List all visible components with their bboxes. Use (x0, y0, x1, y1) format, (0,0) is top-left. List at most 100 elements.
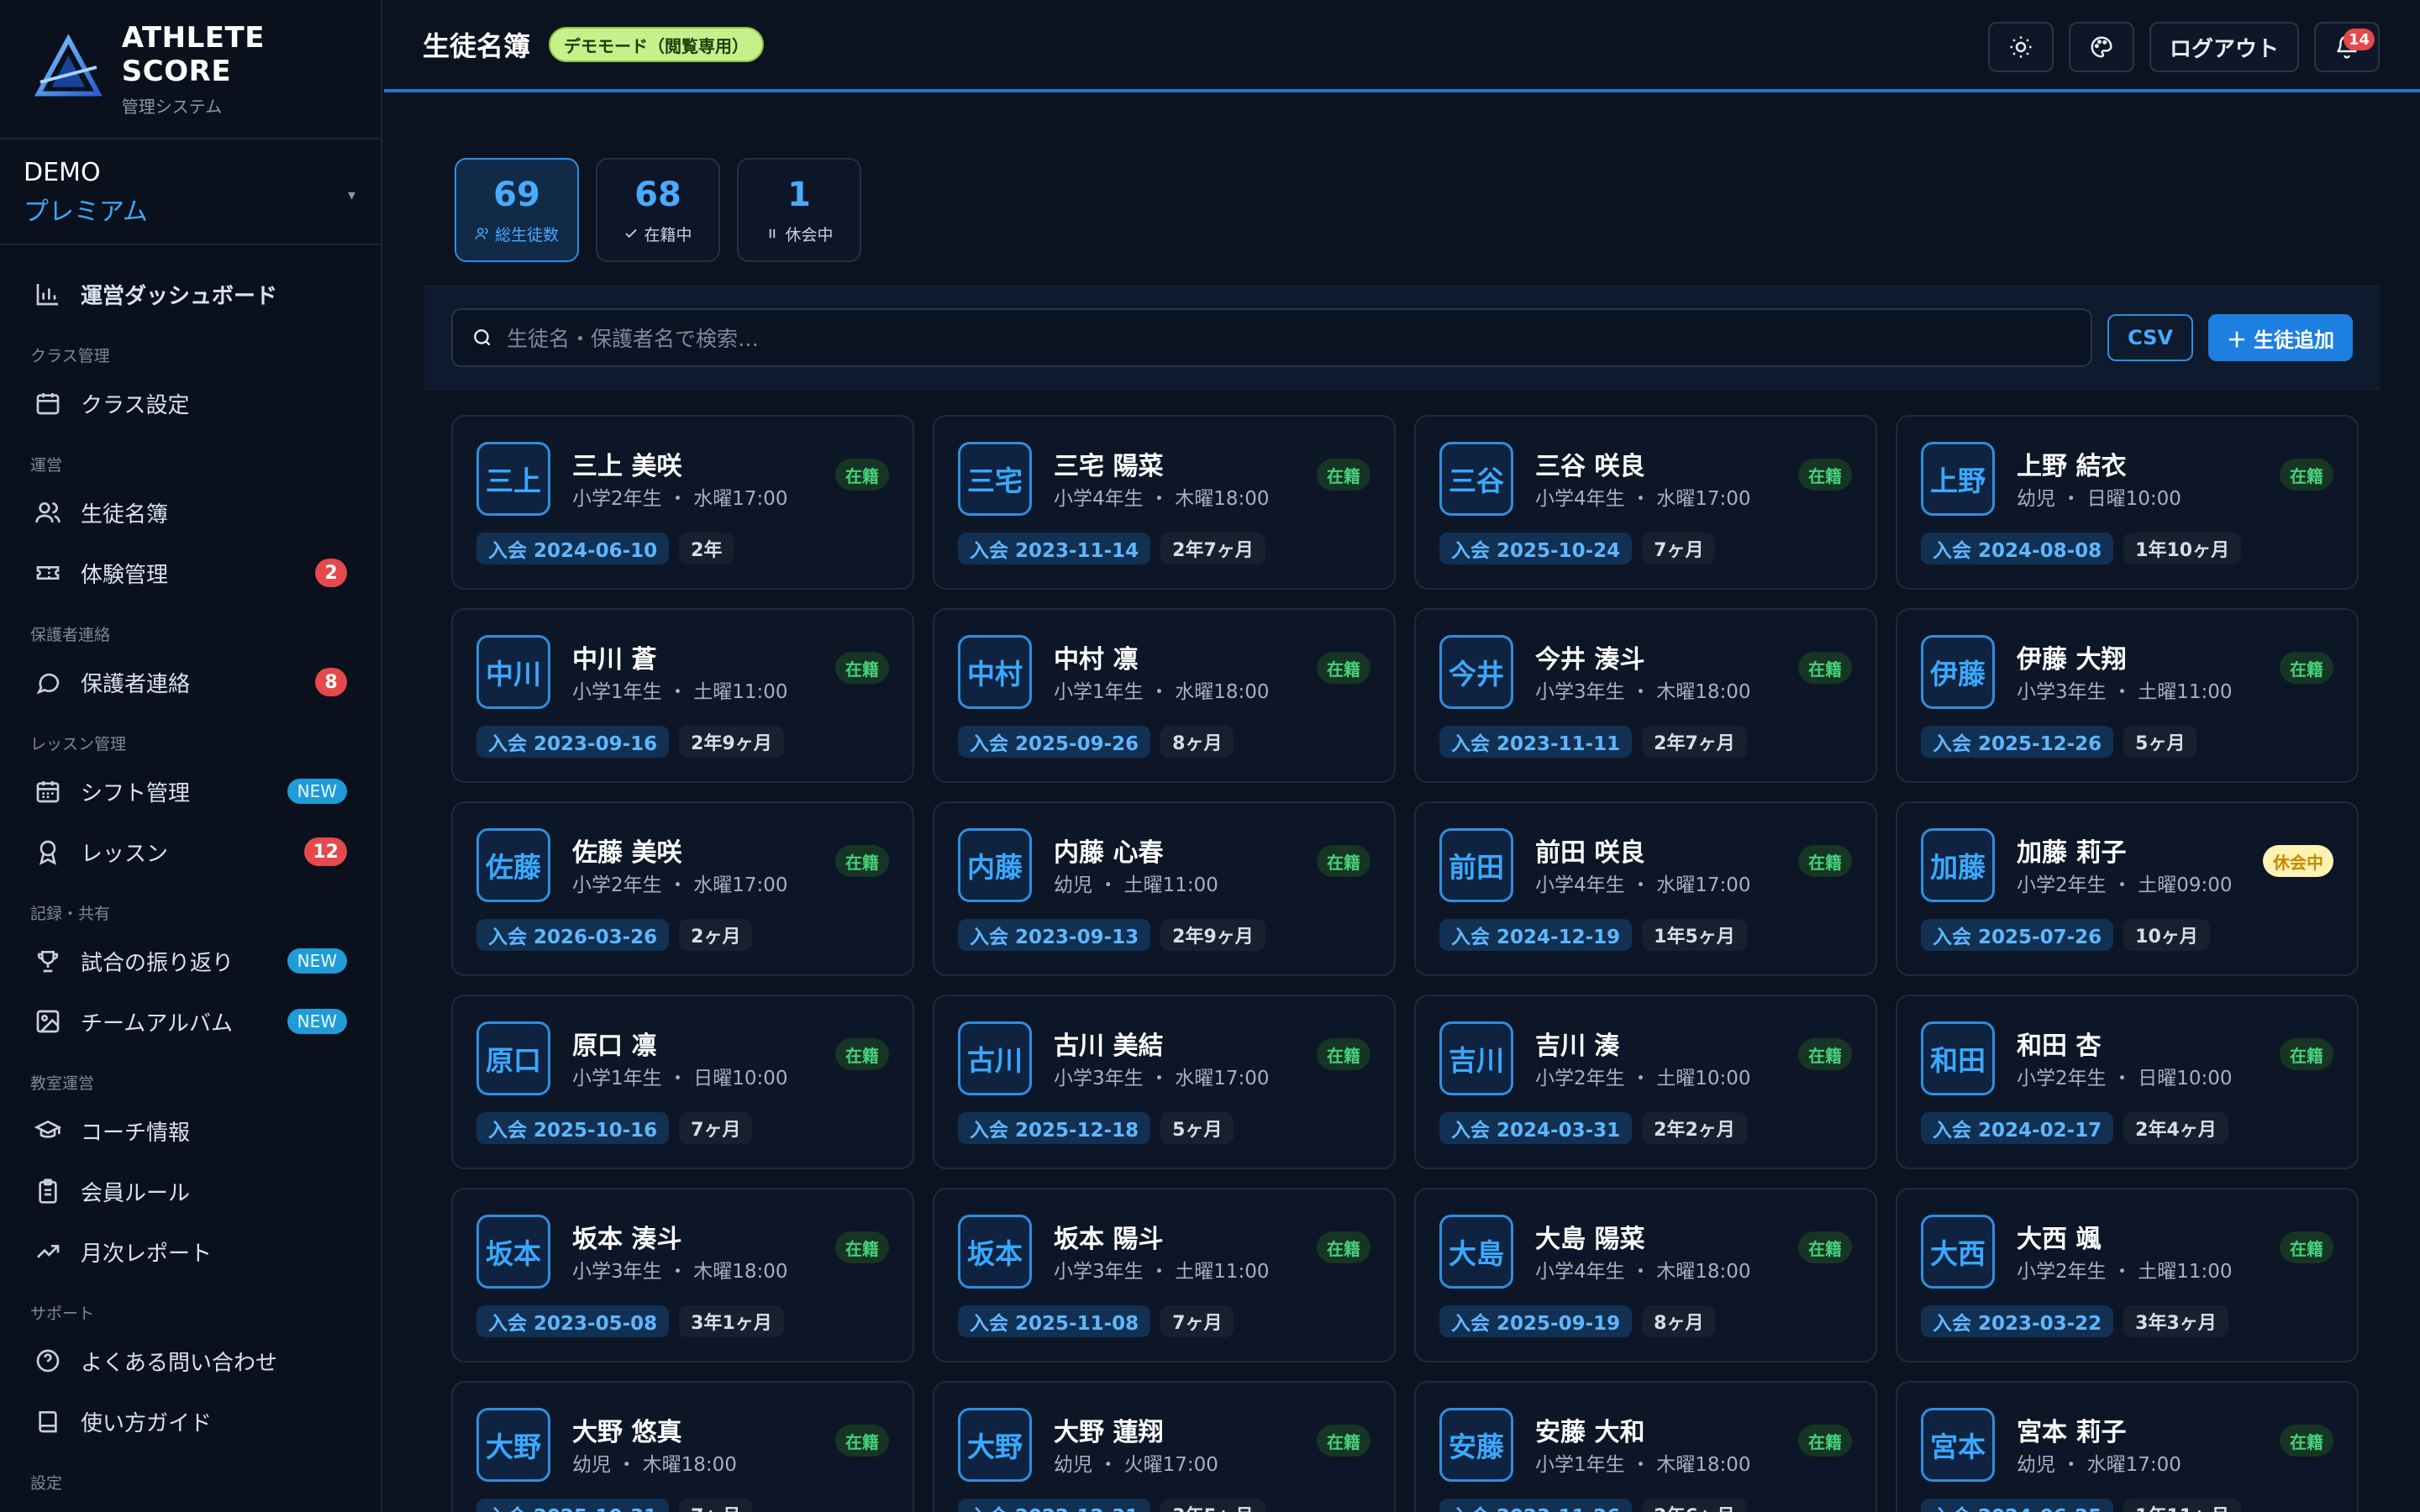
student-card[interactable]: 伊藤 伊藤 大翔 小学3年生 ・ 土曜11:00 在籍 入会 2025-12-26 5ヶ月 (1896, 608, 2359, 783)
student-name: 宮本 莉子 (2017, 1418, 2127, 1447)
sidebar-item-shift[interactable]: シフト管理 NEW (0, 761, 381, 822)
avatar: 今井 (1439, 635, 1513, 709)
org-switcher[interactable]: DEMO プレミアム ▾ (0, 139, 381, 245)
student-card[interactable]: 大西 大西 颯小学2年生 ・ 土曜11:00 在籍 入会 2023-03-22 3年3ヶ… (1896, 1188, 2359, 1362)
student-meta: 幼児 ・ 火曜17:00 (1054, 1448, 1218, 1477)
sidebar-item-match-review[interactable]: 試合の振り返り NEW (0, 931, 381, 991)
student-card[interactable]: 宮本宮本 莉子幼児 ・ 水曜17:00 在籍入会 2024-06-25 1年11ヶ月 (1896, 1381, 2359, 1512)
student-name: 古川 美結 (1054, 1032, 1164, 1061)
student-meta: 小学2年生 ・ 水曜17:00 (572, 869, 788, 897)
nav-group-records: 記録・共有 (30, 905, 111, 923)
student-card[interactable]: 三上 三上 美咲 小学2年生 ・ 水曜17:00 在籍 入会 2024-06-10 2年 (451, 415, 914, 590)
stat-paused[interactable]: 1 休会中 (737, 158, 861, 262)
student-tags: 入会 2024-12-19 1年5ヶ月 (1439, 919, 1747, 951)
notifications-button[interactable]: 14 (2314, 22, 2380, 72)
duration-tag: 8ヶ月 (1160, 726, 1234, 758)
student-card[interactable]: 三宅 三宅 陽菜 小学4年生 ・ 木曜18:00 在籍 入会 2023-11-14 2年7… (933, 415, 1396, 590)
student-card[interactable]: 和田 和田 杏小学2年生 ・ 日曜10:00 在籍 入会 2024-02-17 2年4ヶ… (1896, 995, 2359, 1169)
student-card[interactable]: 前田 前田 咲良 小学4年生 ・ 水曜17:00 在籍 入会 2024-12-19 1年5… (1414, 801, 1877, 976)
sidebar-item-class-settings[interactable]: クラス設定 (0, 373, 381, 433)
student-schedule: 土曜11:00 (693, 681, 788, 703)
status-badge: 在籍 (2280, 459, 2333, 491)
status-badge: 在籍 (1798, 652, 1852, 684)
student-card[interactable]: 佐藤 佐藤 美咲 小学2年生 ・ 水曜17:00 在籍 入会 2026-03-26 2ヶ月 (451, 801, 914, 976)
student-name: 三上 美咲 (572, 452, 682, 481)
student-card[interactable]: 原口 原口 凛小学1年生 ・ 日曜10:00 在籍 入会 2025-10-16 7ヶ月 (451, 995, 914, 1169)
join-date-tag: 入会 2025-12-18 (958, 1112, 1151, 1144)
brand-logo-icon (34, 34, 103, 97)
sidebar-item-guide[interactable]: 使い方ガイド (0, 1391, 381, 1452)
sidebar-item-coach[interactable]: コーチ情報 (0, 1100, 381, 1161)
avatar: 大西 (1921, 1215, 1995, 1289)
meta-separator: ・ (2106, 1068, 2139, 1089)
stat-active[interactable]: 68 在籍中 (596, 158, 720, 262)
add-student-button[interactable]: ＋ 生徒追加 (2208, 314, 2353, 361)
student-card[interactable]: 坂本 坂本 湊斗 小学3年生 ・ 木曜18:00 在籍 入会 2023-05-08 3年1… (451, 1188, 914, 1362)
student-schedule: 火曜17:00 (1123, 1454, 1218, 1476)
student-card[interactable]: 内藤 内藤 心春 幼児 ・ 土曜11:00 在籍 入会 2023-09-13 2年9ヶ月 (933, 801, 1396, 976)
student-tags: 入会 2024-06-10 2年 (476, 533, 734, 564)
duration-tag: 1年11ヶ月 (2123, 1499, 2242, 1512)
student-schedule: 水曜18:00 (1175, 681, 1270, 703)
csv-button[interactable]: CSV (2107, 314, 2193, 361)
student-card[interactable]: 中川 中川 蒼小学1年生 ・ 土曜11:00 在籍 入会 2023-09-16 2年9ヶ… (451, 608, 914, 783)
duration-tag: 2ヶ月 (679, 919, 753, 951)
student-meta: 幼児 ・ 木曜18:00 (572, 1448, 737, 1477)
duration-tag: 3年5ヶ月 (1160, 1499, 1265, 1512)
student-grade: 小学3年生 (1054, 1261, 1144, 1283)
avatar: 佐藤 (476, 828, 550, 902)
sidebar-item-faq[interactable]: よくある問い合わせ (0, 1331, 381, 1391)
duration-tag: 1年5ヶ月 (1642, 919, 1747, 951)
sidebar: ATHLETE SCORE 管理システム DEMO プレミアム ▾ 運営ダッシュ… (0, 0, 382, 1512)
stat-label: 在籍中 (644, 225, 692, 244)
meta-separator: ・ (1143, 681, 1176, 703)
student-card[interactable]: 古川 古川 美結 小学3年生 ・ 水曜17:00 在籍 入会 2025-12-18 5ヶ月 (933, 995, 1396, 1169)
join-date-tag: 入会 2023-03-22 (1921, 1305, 2114, 1337)
student-card[interactable]: 上野 上野 結衣 幼児 ・ 日曜10:00 在籍 入会 2024-08-08 1年10ヶ月 (1896, 415, 2359, 590)
student-card[interactable]: 大野大野 蓮翔幼児 ・ 火曜17:00 在籍入会 2022-12-31 3年5ヶ月 (933, 1381, 1396, 1512)
sidebar-item-lessons[interactable]: レッスン 12 (0, 822, 381, 882)
stat-label-row: 在籍中 (623, 223, 692, 245)
student-grade: 小学4年生 (1535, 1261, 1625, 1283)
student-card[interactable]: 吉川 吉川 湊小学2年生 ・ 土曜10:00 在籍 入会 2024-03-31 2年2ヶ… (1414, 995, 1877, 1169)
sidebar-item-dashboard[interactable]: 運営ダッシュボード (0, 264, 381, 324)
trophy-icon (34, 947, 62, 975)
join-date-tag: 入会 2023-11-26 (1439, 1499, 1633, 1512)
join-date-tag: 入会 2025-07-26 (1921, 919, 2114, 951)
sidebar-item-rules[interactable]: 会員ルール (0, 1161, 381, 1221)
palette-button[interactable] (2068, 22, 2134, 72)
student-schedule: 土曜11:00 (1175, 1261, 1270, 1283)
student-card[interactable]: 今井 今井 湊斗 小学3年生 ・ 木曜18:00 在籍 入会 2023-11-11 2年7… (1414, 608, 1877, 783)
search-input[interactable]: 生徒名・保護者名で検索… (451, 308, 2093, 367)
student-schedule: 土曜09:00 (2138, 874, 2233, 896)
theme-toggle-button[interactable] (1987, 22, 2054, 72)
new-badge: NEW (287, 948, 347, 974)
student-card[interactable]: 中村 中村 凛小学1年生 ・ 水曜18:00 在籍 入会 2025-09-26 8ヶ月 (933, 608, 1396, 783)
brand[interactable]: ATHLETE SCORE 管理システム (0, 0, 381, 139)
sidebar-item-monthly[interactable]: 月次レポート (0, 1221, 381, 1282)
sidebar-item-trial[interactable]: 体験管理 2 (0, 543, 381, 603)
top-header: 生徒名簿 デモモード（閲覧専用） ログアウト 14 (384, 0, 2420, 92)
logout-button[interactable]: ログアウト (2149, 22, 2299, 72)
sidebar-item-students[interactable]: 生徒名簿 (0, 482, 381, 543)
org-name: DEMO (24, 158, 101, 187)
meta-separator: ・ (2055, 1454, 2087, 1476)
avatar: 加藤 (1921, 828, 1995, 902)
sidebar-item-guardian-contact[interactable]: 保護者連絡 8 (0, 652, 381, 712)
stat-total[interactable]: 69 総生徒数 (455, 158, 579, 262)
student-meta: 小学3年生 ・ 木曜18:00 (1535, 675, 1751, 704)
student-card[interactable]: 安藤安藤 大和小学1年生 ・ 木曜18:00 在籍入会 2023-11-26 2年6… (1414, 1381, 1877, 1512)
avatar: 和田 (1921, 1021, 1995, 1095)
student-card[interactable]: 坂本 坂本 陽斗 小学3年生 ・ 土曜11:00 在籍 入会 2025-11-08 7ヶ月 (933, 1188, 1396, 1362)
student-card[interactable]: 加藤 加藤 莉子 小学2年生 ・ 土曜09:00 休会中 入会 2025-07-26 10… (1896, 801, 2359, 976)
sidebar-item-label: 月次レポート (81, 1241, 213, 1267)
sidebar-item-album[interactable]: チームアルバム NEW (0, 991, 381, 1052)
student-card[interactable]: 大野大野 悠真幼児 ・ 木曜18:00 在籍入会 2025-10-31 7ヶ月 (451, 1381, 914, 1512)
sidebar-item-label: レッスン (81, 841, 169, 867)
join-date-tag: 入会 2025-11-08 (958, 1305, 1151, 1337)
student-card[interactable]: 大島 大島 陽菜 小学4年生 ・ 木曜18:00 在籍 入会 2025-09-19 8ヶ月 (1414, 1188, 1877, 1362)
student-card[interactable]: 三谷 三谷 咲良 小学4年生 ・ 水曜17:00 在籍 入会 2025-10-24 7ヶ月 (1414, 415, 1877, 590)
sidebar-item-label: クラス設定 (81, 392, 190, 418)
meta-separator: ・ (1143, 488, 1176, 510)
student-schedule: 木曜18:00 (1656, 1454, 1751, 1476)
